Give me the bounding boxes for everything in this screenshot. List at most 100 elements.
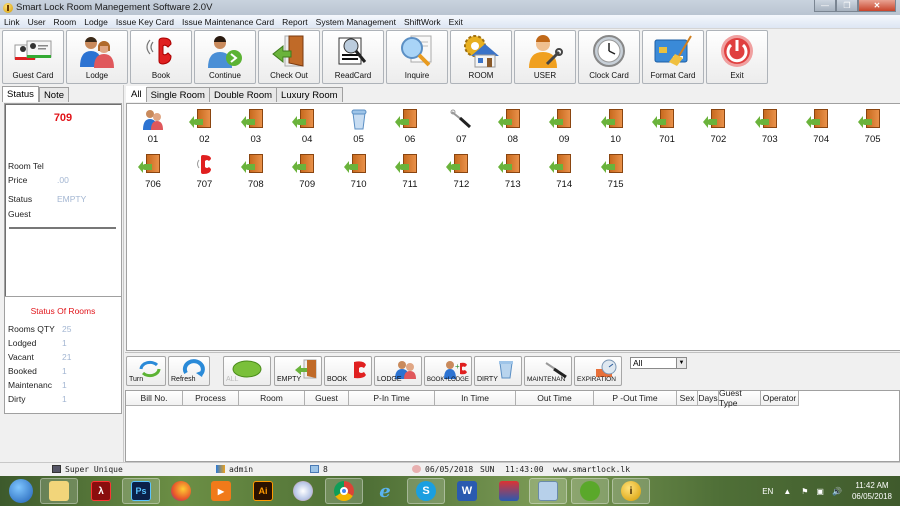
read-card-button[interactable]: ReadCard	[322, 30, 384, 84]
room-tile-705[interactable]: 705	[853, 108, 893, 150]
menu-issue-maintenance-card[interactable]: Issue Maintenance Card	[182, 17, 274, 27]
taskbar-illustrator[interactable]: Ai	[244, 478, 282, 504]
tab-single-room[interactable]: Single Room	[145, 87, 210, 102]
col-guest[interactable]: Guest	[305, 391, 349, 406]
turn-button[interactable]: Turn	[126, 356, 166, 386]
minimize-button[interactable]: —	[814, 0, 836, 12]
taskbar-clock[interactable]: 11:42 AM 06/05/2018	[852, 480, 892, 502]
room-tile-709[interactable]: 709	[287, 153, 327, 195]
room-tile-02[interactable]: 02	[184, 108, 224, 150]
language-indicator[interactable]: EN	[762, 487, 773, 496]
room-tile-701[interactable]: 701	[647, 108, 687, 150]
menu-system-management[interactable]: System Management	[316, 17, 396, 27]
room-tile-708[interactable]: 708	[236, 153, 276, 195]
tab-note[interactable]: Note	[38, 87, 70, 102]
taskbar-paint[interactable]	[284, 478, 322, 504]
taskbar-word[interactable]: W	[448, 478, 486, 504]
col-days[interactable]: Days	[698, 391, 719, 406]
book-filter-button[interactable]: BOOK	[324, 356, 372, 386]
room-tile-707[interactable]: 707	[184, 153, 224, 195]
taskbar-corel[interactable]	[571, 478, 609, 504]
continue-button[interactable]: Continue	[194, 30, 256, 84]
inquire-button[interactable]: Inquire	[386, 30, 448, 84]
col-out-time[interactable]: Out Time	[516, 391, 594, 406]
room-tile-05[interactable]: 05	[339, 108, 379, 150]
taskbar-calculator[interactable]	[529, 478, 567, 504]
col-bill-no[interactable]: Bill No.	[126, 391, 183, 406]
flag-icon[interactable]: ⚑	[801, 487, 808, 496]
chevron-down-icon[interactable]: ▼	[676, 358, 686, 368]
room-tile-10[interactable]: 10	[596, 108, 636, 150]
lodge-button[interactable]: Lodge	[66, 30, 128, 84]
menu-lodge[interactable]: Lodge	[84, 17, 108, 27]
col-sex[interactable]: Sex	[677, 391, 698, 406]
room-tile-714[interactable]: 714	[544, 153, 584, 195]
taskbar-smart-lock[interactable]: i	[612, 478, 650, 504]
taskbar-file-explorer[interactable]	[40, 478, 78, 504]
clock-card-button[interactable]: Clock Card	[578, 30, 640, 84]
menu-user[interactable]: User	[28, 17, 46, 27]
col-guest-type[interactable]: Guest Type	[719, 388, 761, 408]
room-tile-711[interactable]: 711	[390, 153, 430, 195]
room-tile-706[interactable]: 706	[133, 153, 173, 195]
format-card-button[interactable]: Format Card	[642, 30, 704, 84]
maintenance-filter-button[interactable]: MAINTENAN	[524, 356, 572, 386]
menu-room[interactable]: Room	[54, 17, 77, 27]
book-button[interactable]: Book	[130, 30, 192, 84]
tab-luxury-room[interactable]: Luxury Room	[276, 87, 343, 102]
room-tile-702[interactable]: 702	[698, 108, 738, 150]
expiration-filter-button[interactable]: EXPIRATION	[574, 356, 622, 386]
volume-icon[interactable]: 🔊	[832, 487, 842, 496]
taskbar-firefox[interactable]	[162, 478, 200, 504]
exit-button[interactable]: Exit	[706, 30, 768, 84]
show-hidden-icons[interactable]: ▲	[783, 487, 791, 496]
taskbar-skype[interactable]: S	[407, 478, 445, 504]
guest-card-button[interactable]: Guest Card	[2, 30, 64, 84]
network-icon[interactable]: ▣	[816, 487, 824, 496]
tab-all[interactable]: All	[126, 86, 147, 102]
user-button[interactable]: USER	[514, 30, 576, 84]
all-filter-button[interactable]: ALL	[223, 356, 271, 386]
book-lodge-filter-button[interactable]: + BOOK+LODGE	[424, 356, 472, 386]
col-in-time[interactable]: In Time	[435, 391, 516, 406]
room-tile-03[interactable]: 03	[236, 108, 276, 150]
empty-filter-button[interactable]: EMPTY	[274, 356, 322, 386]
taskbar-internet-explorer[interactable]: e	[366, 478, 404, 504]
room-tile-01[interactable]: 01	[133, 108, 173, 150]
dirty-filter-button[interactable]: DIRTY	[474, 356, 522, 386]
room-tile-713[interactable]: 713	[493, 153, 533, 195]
room-tile-715[interactable]: 715	[596, 153, 636, 195]
col-p-out-time[interactable]: P -Out Time	[594, 391, 677, 406]
lodge-filter-button[interactable]: LODGE	[374, 356, 422, 386]
close-button[interactable]: ✕	[858, 0, 896, 12]
room-tile-710[interactable]: 710	[339, 153, 379, 195]
taskbar-3d-app[interactable]	[490, 478, 528, 504]
taskbar-chrome[interactable]	[325, 478, 363, 504]
room-tile-704[interactable]: 704	[801, 108, 841, 150]
taskbar-media-player[interactable]: ▶	[202, 478, 240, 504]
menu-issue-key-card[interactable]: Issue Key Card	[116, 17, 174, 27]
room-button[interactable]: ROOM	[450, 30, 512, 84]
room-tile-06[interactable]: 06	[390, 108, 430, 150]
menu-shiftwork[interactable]: ShiftWork	[404, 17, 441, 27]
room-tile-09[interactable]: 09	[544, 108, 584, 150]
refresh-button[interactable]: Refresh	[168, 356, 210, 386]
restore-button[interactable]: ❐	[836, 0, 858, 12]
room-tile-04[interactable]: 04	[287, 108, 327, 150]
room-tile-07[interactable]: 07	[441, 108, 481, 150]
col-p-in-time[interactable]: P-In Time	[349, 391, 435, 406]
start-button[interactable]	[2, 478, 40, 504]
menu-exit[interactable]: Exit	[449, 17, 463, 27]
tab-double-room[interactable]: Double Room	[208, 87, 278, 102]
col-operator[interactable]: Operator	[761, 391, 799, 406]
col-room[interactable]: Room	[239, 391, 305, 406]
room-tile-712[interactable]: 712	[441, 153, 481, 195]
tab-status[interactable]: Status	[2, 86, 39, 102]
taskbar-photoshop[interactable]: Ps	[122, 478, 160, 504]
taskbar-acrobat[interactable]: λ	[82, 478, 120, 504]
menu-link[interactable]: Link	[4, 17, 20, 27]
col-process[interactable]: Process	[183, 391, 239, 406]
room-tile-08[interactable]: 08	[493, 108, 533, 150]
room-tile-703[interactable]: 703	[750, 108, 790, 150]
filter-select[interactable]: All ▼	[630, 357, 687, 369]
